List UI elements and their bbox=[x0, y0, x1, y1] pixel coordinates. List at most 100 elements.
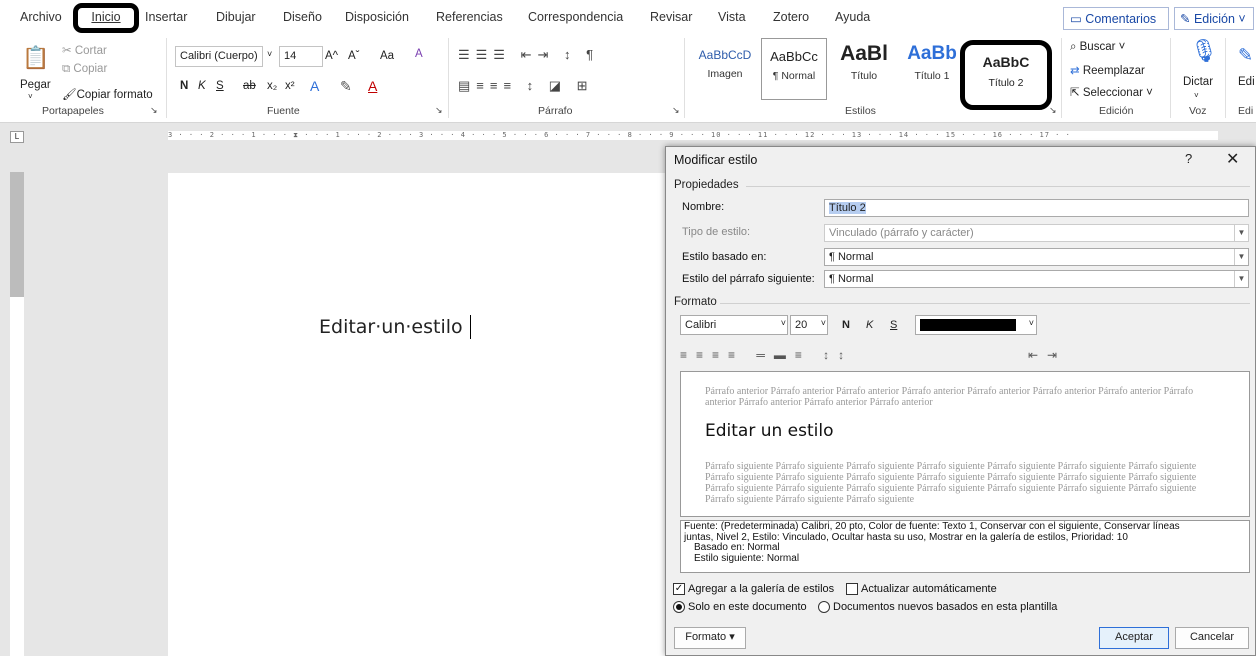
tab-disposicion[interactable]: Disposición bbox=[345, 10, 409, 24]
tab-ayuda[interactable]: Ayuda bbox=[835, 10, 870, 24]
chevron-down-icon: ˅ bbox=[780, 318, 786, 328]
style-normal[interactable]: AaBbCc ¶ Normal bbox=[761, 38, 827, 100]
font-select[interactable]: Calibri ˅ bbox=[680, 315, 788, 335]
font-name-box[interactable]: Calibri (Cuerpo) bbox=[175, 46, 263, 67]
separator bbox=[1225, 38, 1226, 118]
tab-archivo[interactable]: Archivo bbox=[20, 10, 62, 24]
comments-button[interactable]: ▭ Comentarios bbox=[1063, 7, 1169, 30]
tab-correspondencia[interactable]: Correspondencia bbox=[528, 10, 623, 24]
comment-icon: ▭ bbox=[1070, 12, 1086, 26]
dialog-launcher-icon[interactable]: ↘ bbox=[1049, 105, 1057, 116]
based-on-select[interactable]: ¶ Normal ▼ bbox=[824, 248, 1249, 266]
brush-icon: 🖌 bbox=[62, 89, 77, 101]
replace-button[interactable]: ⇄ Reemplazar bbox=[1070, 63, 1145, 77]
font-size-box[interactable]: 14 bbox=[279, 46, 323, 67]
document-page[interactable] bbox=[168, 173, 668, 656]
bold-button[interactable]: N bbox=[180, 80, 188, 92]
subscript-button[interactable]: x₂ bbox=[267, 80, 277, 92]
dialog-launcher-icon[interactable]: ↘ bbox=[435, 105, 443, 116]
replace-icon: ⇄ bbox=[1070, 65, 1083, 77]
style-titulo-2[interactable]: AaBbC Título 2 bbox=[960, 40, 1052, 110]
font-color-icon[interactable]: A bbox=[368, 78, 377, 94]
shrink-font-button[interactable]: Aˇ bbox=[348, 50, 360, 62]
grow-font-button[interactable]: A^ bbox=[325, 50, 338, 62]
change-case-button[interactable]: Aa bbox=[380, 50, 394, 62]
underline-button[interactable]: S bbox=[890, 319, 897, 331]
tab-selector[interactable]: L bbox=[10, 131, 24, 143]
group-label-clipboard: Portapapeles bbox=[42, 105, 104, 117]
text-cursor bbox=[470, 315, 471, 339]
vertical-ruler[interactable] bbox=[10, 172, 24, 656]
bold-button[interactable]: N bbox=[842, 319, 850, 331]
close-icon[interactable]: ✕ bbox=[1226, 149, 1239, 169]
add-to-gallery-checkbox[interactable]: ✓ Agregar a la galería de estilos bbox=[673, 583, 834, 596]
new-documents-radio[interactable]: Documentos nuevos basados en esta planti… bbox=[818, 601, 1057, 614]
chevron-down-icon: ˅ bbox=[820, 318, 826, 328]
dialog-launcher-icon[interactable]: ↘ bbox=[150, 105, 158, 116]
clear-format-icon[interactable]: A bbox=[415, 48, 423, 60]
tab-insertar[interactable]: Insertar bbox=[145, 10, 187, 24]
chevron-down-icon: ▼ bbox=[1234, 225, 1248, 241]
tab-inicio[interactable]: Inicio bbox=[73, 3, 139, 33]
select-button[interactable]: ⇱ Seleccionar ˅ bbox=[1070, 85, 1153, 99]
paste-icon[interactable]: 📋 bbox=[22, 45, 49, 71]
auto-update-checkbox[interactable]: Actualizar automáticamente bbox=[846, 583, 997, 596]
editor-icon[interactable]: ✎ bbox=[1238, 45, 1253, 66]
tab-revisar[interactable]: Revisar bbox=[650, 10, 692, 24]
indent-buttons[interactable]: ⇤⇥ bbox=[1028, 348, 1088, 364]
strikethrough-button[interactable]: ab bbox=[243, 80, 256, 92]
style-titulo-1[interactable]: AaBb Título 1 bbox=[899, 38, 965, 100]
chevron-down-icon[interactable]: ˅ bbox=[1194, 91, 1199, 100]
format-button[interactable]: Formato ▾ bbox=[674, 627, 746, 649]
editing-button[interactable]: ✎ Edición ˅ bbox=[1174, 7, 1254, 30]
paragraph-list-icons[interactable]: ☰☰☰ ⇤⇥ ↕ ¶ bbox=[458, 47, 599, 63]
document-heading[interactable]: Editar·un·estilo bbox=[319, 316, 463, 338]
style-imagen[interactable]: AaBbCcD Imagen bbox=[689, 38, 761, 100]
help-icon[interactable]: ? bbox=[1185, 151, 1192, 166]
horizontal-ruler[interactable]: 3 · · · 2 · · · 1 · · · ⧗ · · · 1 · · · … bbox=[168, 131, 1218, 140]
style-titulo[interactable]: AaBl Título bbox=[831, 38, 897, 100]
superscript-button[interactable]: x² bbox=[285, 80, 295, 92]
copy-button[interactable]: ⧉ Copiar bbox=[62, 63, 107, 76]
separator bbox=[448, 38, 449, 118]
dialog-launcher-icon[interactable]: ↘ bbox=[672, 105, 680, 116]
separator bbox=[746, 186, 1250, 187]
dictate-button[interactable]: Dictar bbox=[1183, 76, 1213, 88]
font-size-select[interactable]: 20 ˅ bbox=[790, 315, 828, 335]
preview-next-text: Párrafo siguiente Párrafo siguiente Párr… bbox=[705, 461, 1197, 505]
editor-button[interactable]: Edi bbox=[1238, 76, 1255, 88]
properties-group-label: Propiedades bbox=[674, 179, 739, 191]
paste-button[interactable]: Pegar bbox=[20, 79, 51, 91]
underline-button[interactable]: S bbox=[216, 80, 224, 92]
separator bbox=[1170, 38, 1171, 118]
accept-button[interactable]: Aceptar bbox=[1099, 627, 1169, 649]
italic-button[interactable]: K bbox=[866, 319, 873, 331]
highlight-icon[interactable]: ✎ bbox=[340, 78, 352, 95]
next-style-select[interactable]: ¶ Normal ▼ bbox=[824, 270, 1249, 288]
preview-previous-text: Párrafo anterior Párrafo anterior Párraf… bbox=[705, 386, 1194, 408]
tab-diseno[interactable]: Diseño bbox=[283, 10, 322, 24]
tab-zotero[interactable]: Zotero bbox=[773, 10, 809, 24]
group-label-voice: Voz bbox=[1189, 105, 1207, 117]
italic-button[interactable]: K bbox=[198, 80, 206, 92]
alignment-buttons[interactable]: ≡≡≡≡ ═▬≡ ↕↕ bbox=[680, 348, 1040, 364]
tab-vista[interactable]: Vista bbox=[718, 10, 746, 24]
name-field[interactable]: Título 2 bbox=[824, 199, 1249, 217]
text-effects-icon[interactable]: A bbox=[310, 78, 319, 94]
group-label-editing: Edición bbox=[1099, 105, 1134, 117]
font-color-select[interactable]: ˅ bbox=[915, 315, 1037, 335]
next-style-label: Estilo del párrafo siguiente: bbox=[682, 273, 815, 285]
paragraph-align-icons[interactable]: ▤≡≡≡ ↕ ◪ ⊞ bbox=[458, 78, 594, 94]
tab-dibujar[interactable]: Dibujar bbox=[216, 10, 256, 24]
format-painter-button[interactable]: 🖌Copiar formato bbox=[62, 87, 153, 101]
only-this-document-radio[interactable]: Solo en este documento bbox=[673, 601, 807, 614]
microphone-icon[interactable]: 🎙 bbox=[1190, 38, 1218, 64]
ribbon-tabs: Archivo Inicio Insertar Dibujar Diseño D… bbox=[0, 0, 1256, 33]
tab-referencias[interactable]: Referencias bbox=[436, 10, 503, 24]
cancel-button[interactable]: Cancelar bbox=[1175, 627, 1249, 649]
group-label-editor: Edi bbox=[1238, 105, 1254, 117]
find-button[interactable]: ⌕ Buscar ˅ bbox=[1070, 41, 1125, 54]
chevron-down-icon[interactable]: ˅ bbox=[28, 92, 33, 101]
cut-button[interactable]: ✂ Cortar bbox=[62, 43, 107, 57]
chevron-down-icon[interactable]: ˅ bbox=[267, 49, 272, 59]
